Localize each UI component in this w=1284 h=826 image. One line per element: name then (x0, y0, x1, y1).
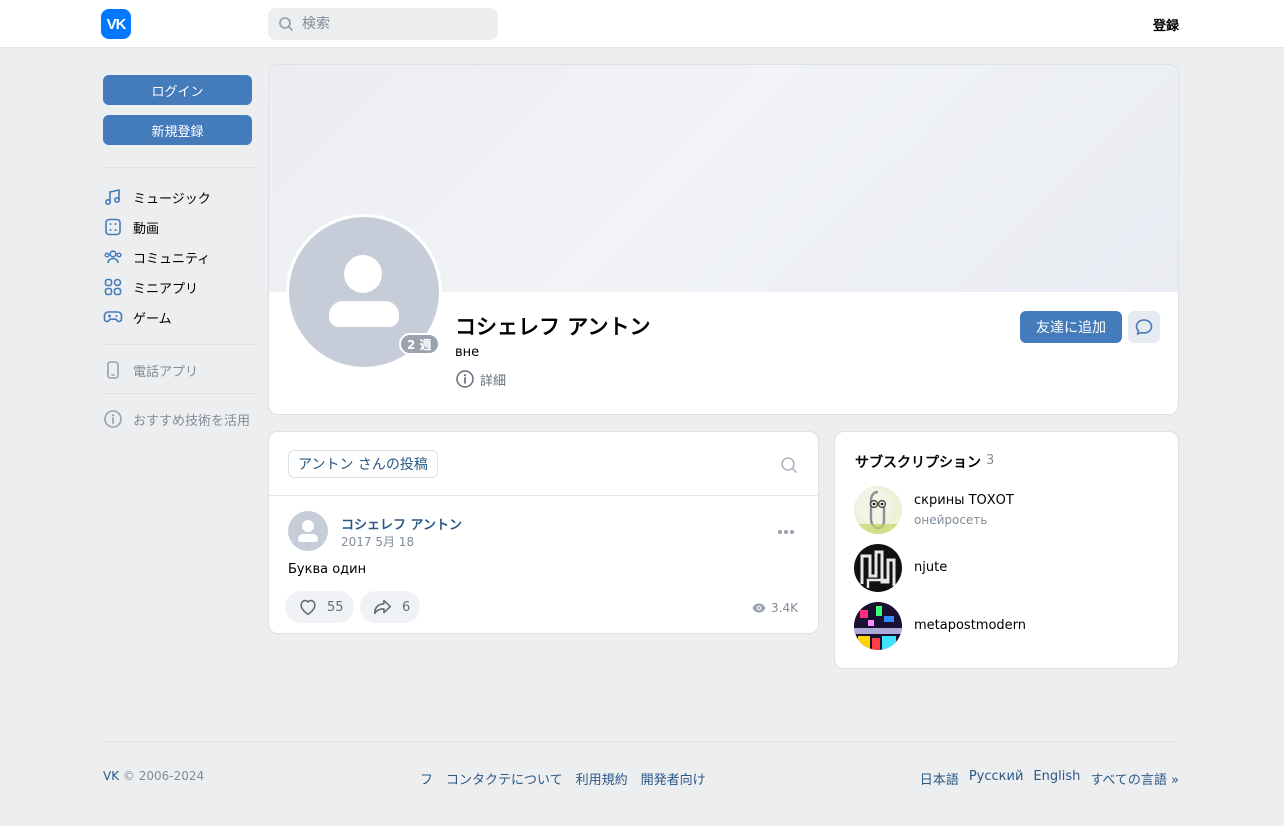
language-russian[interactable]: Русский (969, 769, 1024, 788)
share-button[interactable]: 6 (360, 591, 421, 623)
post-author-avatar[interactable] (288, 511, 328, 551)
subscription-item[interactable]: скрины ТОХОТ онейросеть (854, 486, 1164, 534)
sidebar-item-video[interactable]: 動画 (103, 212, 258, 242)
tab-user-posts[interactable]: アントン さんの投稿 (288, 450, 438, 478)
sidebar-item-label: 動画 (133, 221, 160, 237)
sidebar-item-community[interactable]: コミュニティ (103, 242, 258, 272)
sidebar-divider (103, 167, 258, 168)
footer-links: フ コンタクテについて 利用規約 開発者向け (420, 769, 706, 788)
share-icon (373, 599, 392, 615)
subscription-name: скрины ТОХОТ (914, 493, 1014, 508)
subscription-avatar (854, 486, 902, 534)
view-count: 3.4K (771, 601, 798, 615)
sidebar-item-games[interactable]: ゲーム (103, 302, 258, 332)
sidebar-item-music[interactable]: ミュージック (103, 182, 258, 212)
top-header: VK 登録 (0, 0, 1284, 48)
community-icon (103, 247, 123, 267)
subscription-item[interactable]: njute (854, 544, 1164, 592)
footer-divider (103, 741, 1179, 742)
eye-icon (752, 603, 766, 613)
sidebar-item-tech[interactable]: おすすめ技術を活用 (103, 404, 258, 434)
post-author-link[interactable]: コシェレフ アントン (341, 514, 462, 533)
sidebar-divider (103, 344, 258, 345)
sidebar-item-label: ゲーム (133, 311, 172, 327)
search-icon (279, 17, 293, 31)
phone-icon (103, 360, 123, 380)
profile-details-link[interactable]: 詳細 (455, 369, 506, 389)
subscription-desc: онейросеть (914, 513, 988, 527)
heart-icon (300, 599, 316, 616)
register-button[interactable]: 新規登録 (103, 115, 252, 145)
sidebar-item-phone-app[interactable]: 電話アプリ (103, 355, 258, 385)
gamepad-icon (103, 307, 123, 327)
sidebar-item-apps[interactable]: ミニアプリ (103, 272, 258, 302)
footer-link-developers[interactable]: 開発者向け (641, 769, 706, 788)
post-text: Буква один (288, 562, 367, 577)
post-date[interactable]: 2017 5月 18 (341, 533, 414, 550)
message-icon (1135, 319, 1153, 335)
profile-status: вне (455, 345, 480, 360)
vk-logo[interactable]: VK (101, 9, 131, 39)
music-icon (103, 187, 123, 207)
post-views: 3.4K (751, 600, 798, 616)
wall-card: アントン さんの投稿 コシェレフ アントン 2017 5月 18 Буква о… (268, 431, 819, 634)
message-button[interactable] (1128, 311, 1160, 343)
wall-divider (269, 495, 818, 496)
subscription-name: njute (914, 560, 948, 575)
add-friend-button[interactable]: 友達に追加 (1020, 311, 1122, 343)
profile-name: コシェレフ アントン (455, 315, 651, 339)
subscription-avatar (854, 544, 902, 592)
footer-link-terms[interactable]: 利用規約 (576, 769, 628, 788)
language-all[interactable]: すべての言語 » (1090, 769, 1179, 788)
more-options-icon[interactable] (776, 522, 796, 542)
video-icon (103, 217, 123, 237)
subscription-item[interactable]: metapostmodern (854, 602, 1164, 650)
header-signup-link[interactable]: 登録 (1153, 15, 1179, 34)
footer-years: © 2006-2024 (122, 769, 205, 783)
subscriptions-count: 3 (986, 453, 995, 468)
sidebar-item-label: コミュニティ (133, 251, 211, 267)
footer-copyright: VK © 2006-2024 (103, 769, 204, 783)
footer-link-about[interactable]: コンタクテについて (446, 769, 563, 788)
subscription-name: metapostmodern (914, 618, 1027, 633)
sidebar-divider (103, 393, 258, 394)
subscription-avatar (854, 602, 902, 650)
like-button[interactable]: 55 (285, 591, 354, 623)
login-button[interactable]: ログイン (103, 75, 252, 105)
sidebar-item-label: 電話アプリ (133, 364, 199, 380)
language-japanese[interactable]: 日本語 (920, 769, 959, 788)
footer-link[interactable]: フ (420, 769, 433, 788)
sidebar-item-label: ミュージック (133, 191, 211, 207)
apps-icon (103, 277, 123, 297)
sidebar-item-label: ミニアプリ (133, 281, 199, 297)
search-box[interactable] (268, 8, 498, 40)
search-input[interactable] (302, 16, 482, 32)
share-count: 6 (402, 599, 411, 615)
footer-languages: 日本語 Русский English すべての言語 » (920, 769, 1179, 788)
details-label: 詳細 (480, 373, 507, 389)
subscriptions-title[interactable]: サブスクリプション (855, 452, 981, 472)
language-english[interactable]: English (1033, 769, 1080, 788)
footer-brand-link[interactable]: VK (103, 769, 119, 783)
last-seen-badge: 2 週 (399, 333, 440, 355)
profile-card: 2 週 コシェレフ アントン вне 詳細 友達に追加 (268, 64, 1179, 415)
search-icon[interactable] (779, 455, 799, 475)
subscriptions-card: サブスクリプション 3 скрины ТОХОТ онейросеть njut… (834, 431, 1179, 669)
like-count: 55 (327, 599, 344, 615)
info-icon (103, 409, 123, 429)
sidebar-item-label: おすすめ技術を活用 (133, 413, 251, 429)
info-icon (456, 370, 474, 388)
